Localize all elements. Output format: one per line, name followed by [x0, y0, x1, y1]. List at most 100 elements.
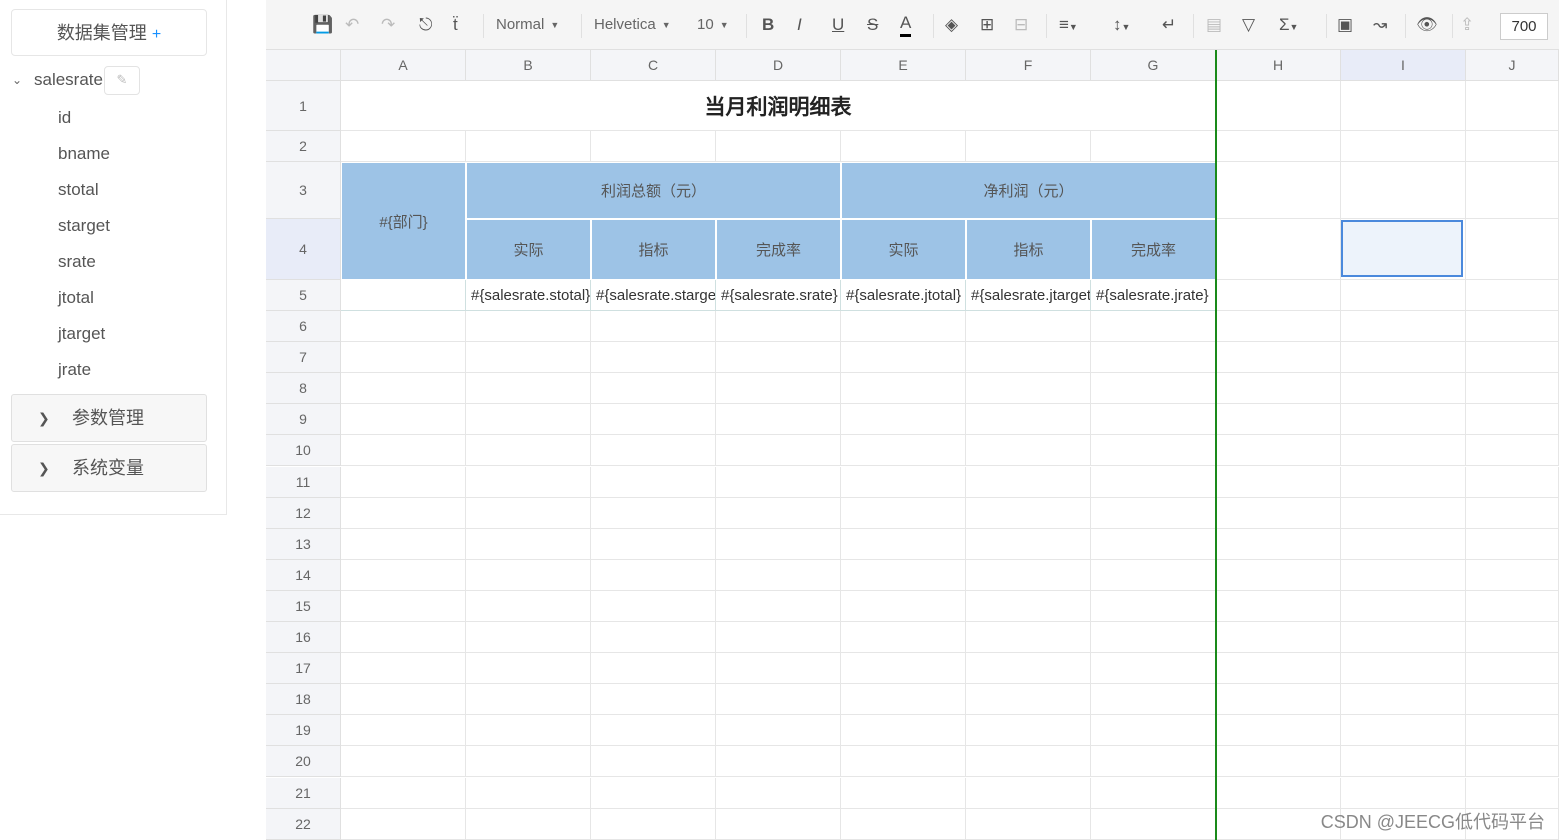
cell[interactable]	[1341, 162, 1466, 219]
cell[interactable]	[591, 715, 716, 747]
cell[interactable]	[1466, 653, 1559, 685]
column-header-b[interactable]: B	[466, 50, 591, 81]
cell[interactable]	[716, 684, 841, 716]
cell[interactable]	[341, 808, 466, 840]
cell[interactable]	[1091, 777, 1216, 809]
cell[interactable]	[1091, 404, 1216, 436]
bold-icon[interactable]: B	[762, 13, 774, 37]
cell[interactable]	[841, 311, 966, 343]
cell[interactable]	[1091, 622, 1216, 654]
cell[interactable]	[591, 622, 716, 654]
cell[interactable]	[966, 435, 1091, 467]
cell[interactable]	[841, 131, 966, 162]
corner-cell[interactable]	[266, 50, 341, 81]
cell[interactable]	[966, 131, 1091, 162]
cell[interactable]	[466, 715, 591, 747]
clear-format-icon[interactable]: ẗ	[453, 13, 458, 37]
cell[interactable]	[841, 559, 966, 591]
table-icon[interactable]: ▤	[1206, 13, 1222, 37]
template-cell[interactable]: #{salesrate.jrate}	[1091, 280, 1216, 311]
cell[interactable]	[1341, 746, 1466, 778]
cell[interactable]	[1216, 684, 1341, 716]
cell[interactable]	[966, 622, 1091, 654]
cell[interactable]	[966, 342, 1091, 374]
cell[interactable]	[716, 590, 841, 622]
image-icon[interactable]: ▣	[1337, 13, 1353, 37]
cell[interactable]	[966, 715, 1091, 747]
cell[interactable]	[841, 808, 966, 840]
cell[interactable]	[1091, 746, 1216, 778]
cell[interactable]	[1466, 311, 1559, 343]
undo-icon[interactable]: ↶	[345, 13, 359, 37]
cell[interactable]	[1466, 131, 1559, 162]
cell[interactable]	[1216, 746, 1341, 778]
cell[interactable]	[1341, 311, 1466, 343]
cell[interactable]	[966, 404, 1091, 436]
cell[interactable]	[1091, 497, 1216, 529]
cell[interactable]	[466, 404, 591, 436]
header-sub[interactable]: 指标	[966, 219, 1091, 280]
cell[interactable]	[466, 373, 591, 405]
cell[interactable]	[341, 622, 466, 654]
row-header-4[interactable]: 4	[266, 219, 341, 280]
header-sub[interactable]: 实际	[466, 219, 591, 280]
chevron-down-icon[interactable]: ⌄	[12, 73, 34, 87]
cell[interactable]	[841, 684, 966, 716]
row-header-7[interactable]: 7	[266, 342, 341, 374]
cell[interactable]	[1216, 590, 1341, 622]
cell[interactable]	[716, 777, 841, 809]
header-sub[interactable]: 完成率	[1091, 219, 1216, 280]
cell[interactable]	[966, 746, 1091, 778]
cell[interactable]	[1216, 311, 1341, 343]
cell[interactable]	[841, 404, 966, 436]
row-header-19[interactable]: 19	[266, 715, 341, 747]
font-select[interactable]: Helvetica ▼	[594, 13, 671, 37]
column-header-d[interactable]: D	[716, 50, 841, 81]
cell[interactable]	[1091, 435, 1216, 467]
paint-format-icon[interactable]: ⎋	[419, 13, 432, 37]
cell[interactable]	[591, 373, 716, 405]
align-icon[interactable]: ≡▼	[1059, 13, 1078, 37]
column-header-e[interactable]: E	[841, 50, 966, 81]
cell[interactable]	[966, 684, 1091, 716]
cell[interactable]	[1466, 777, 1559, 809]
cell[interactable]	[1091, 342, 1216, 374]
cell[interactable]	[591, 653, 716, 685]
cell[interactable]	[341, 528, 466, 560]
header-sub[interactable]: 完成率	[716, 219, 841, 280]
cell[interactable]	[1466, 684, 1559, 716]
spreadsheet-grid[interactable]: A B C D E F G H I J 1 2 3 4 5 6 7 8 9 10 11 12 13 14 15 16 17 18 19 2…	[266, 50, 1559, 840]
cell[interactable]	[591, 131, 716, 162]
cell[interactable]	[1091, 653, 1216, 685]
border-icon[interactable]: ⊞	[980, 13, 994, 37]
cell[interactable]	[591, 466, 716, 498]
cell[interactable]	[1341, 777, 1466, 809]
cell[interactable]	[1216, 81, 1341, 131]
header-profit-total[interactable]: 利润总额（元）	[466, 162, 841, 219]
cell[interactable]	[841, 746, 966, 778]
template-cell[interactable]: #{salesrate.jtarget}	[966, 280, 1091, 311]
cell[interactable]	[466, 342, 591, 374]
cell[interactable]	[1341, 435, 1466, 467]
header-sub[interactable]: 指标	[591, 219, 716, 280]
cell[interactable]	[591, 746, 716, 778]
merge-icon[interactable]: ⊟	[1014, 13, 1028, 37]
cell[interactable]	[466, 311, 591, 343]
row-header-6[interactable]: 6	[266, 311, 341, 343]
cell[interactable]	[966, 497, 1091, 529]
cell[interactable]	[716, 466, 841, 498]
field-item[interactable]: srate	[58, 252, 96, 272]
cell[interactable]	[841, 528, 966, 560]
font-color-icon[interactable]: A	[900, 13, 912, 37]
cell[interactable]	[841, 590, 966, 622]
cell[interactable]	[341, 342, 466, 374]
template-cell[interactable]: #{salesrate.srate}	[716, 280, 841, 311]
cell[interactable]	[1216, 435, 1341, 467]
cell[interactable]	[341, 435, 466, 467]
cell[interactable]	[466, 497, 591, 529]
cell[interactable]	[841, 466, 966, 498]
row-header-14[interactable]: 14	[266, 559, 341, 591]
cell[interactable]	[341, 746, 466, 778]
cell[interactable]	[716, 373, 841, 405]
cell[interactable]	[466, 684, 591, 716]
